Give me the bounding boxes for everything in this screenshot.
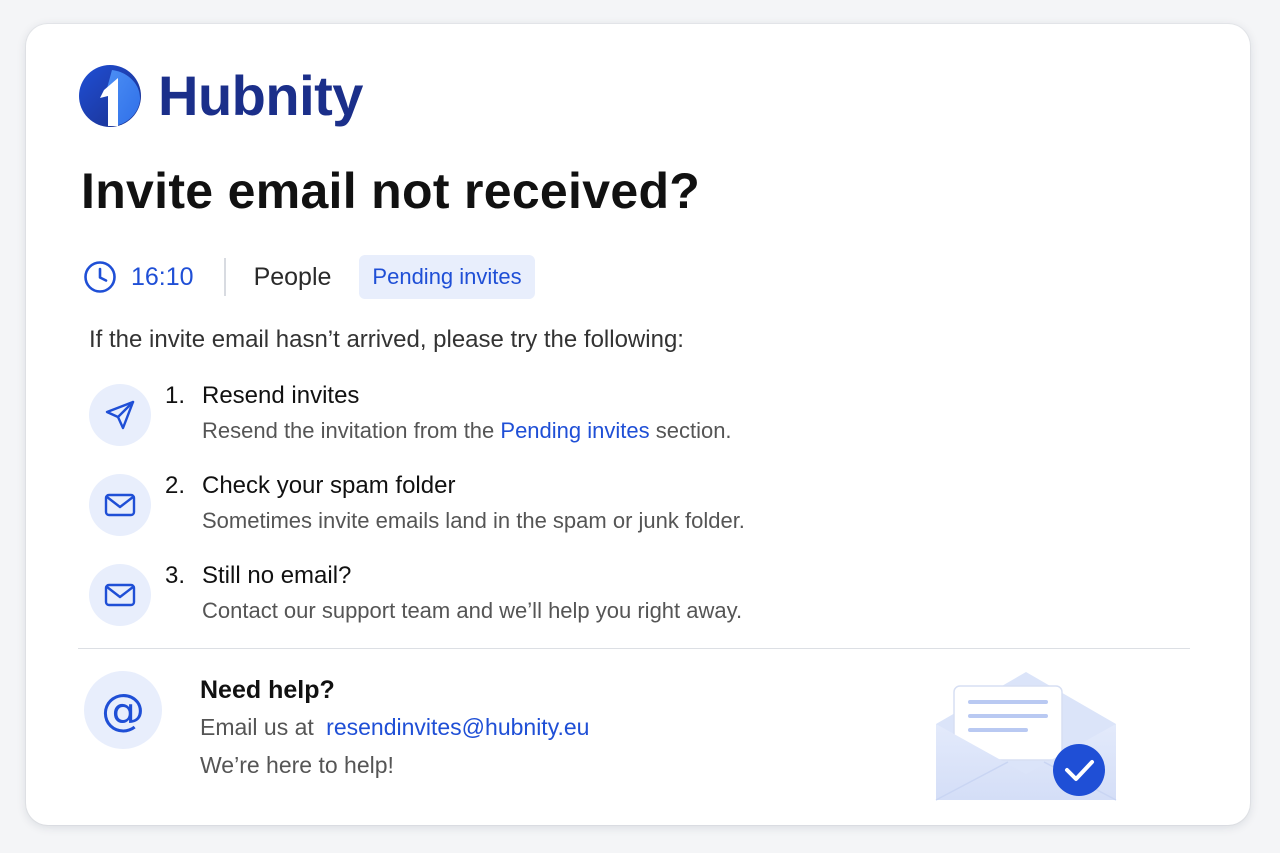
step-number: 2.	[165, 472, 186, 499]
envelope-check-illustration	[926, 664, 1126, 839]
help-article-card: Hubnity Invite email not received? 16:10…	[26, 24, 1250, 825]
help-email-line: Email us at resendinvites@hubnity.eu	[200, 714, 589, 741]
section-divider	[78, 648, 1190, 649]
step-description-text: section.	[649, 418, 732, 443]
brand-name: Hubnity	[158, 64, 363, 127]
at-icon: @	[84, 671, 162, 749]
meta-divider	[223, 258, 226, 296]
step-description: Resend the invitation from the Pending i…	[202, 418, 732, 444]
step-description-text: Resend the invitation from the	[202, 418, 501, 443]
pending-invites-link[interactable]: Pending invites	[500, 418, 649, 443]
clock-icon	[84, 261, 116, 293]
brand-logo[interactable]: Hubnity	[78, 64, 363, 128]
hubnity-logo-icon	[79, 65, 141, 127]
step-description: Sometimes invite emails land in the spam…	[202, 508, 745, 533]
mail-icon	[89, 474, 151, 536]
page-title: Invite email not received?	[81, 163, 701, 219]
article-meta: 16:10 People Pending invites	[83, 255, 535, 299]
step-title: Check your spam folder	[202, 472, 456, 499]
support-email-link[interactable]: resendinvites@hubnity.eu	[326, 714, 589, 740]
article-time-value: 16:10	[131, 262, 194, 291]
step-number: 3.	[165, 562, 186, 589]
send-icon	[89, 384, 151, 446]
step-number: 1.	[165, 382, 186, 409]
article-time: 16:10	[83, 260, 194, 294]
step-title: Resend invites	[202, 382, 360, 409]
article-section[interactable]: People	[254, 263, 332, 292]
pending-invites-tag[interactable]: Pending invites	[359, 255, 535, 299]
help-email-prefix: Email us at	[200, 714, 314, 740]
step-title: Still no email?	[202, 562, 352, 589]
help-title: Need help?	[200, 676, 335, 704]
intro-text: If the invite email hasn’t arrived, plea…	[89, 326, 684, 353]
help-note: We’re here to help!	[200, 752, 394, 778]
step-description: Contact our support team and we’ll help …	[202, 598, 743, 623]
mail-icon	[89, 564, 151, 626]
